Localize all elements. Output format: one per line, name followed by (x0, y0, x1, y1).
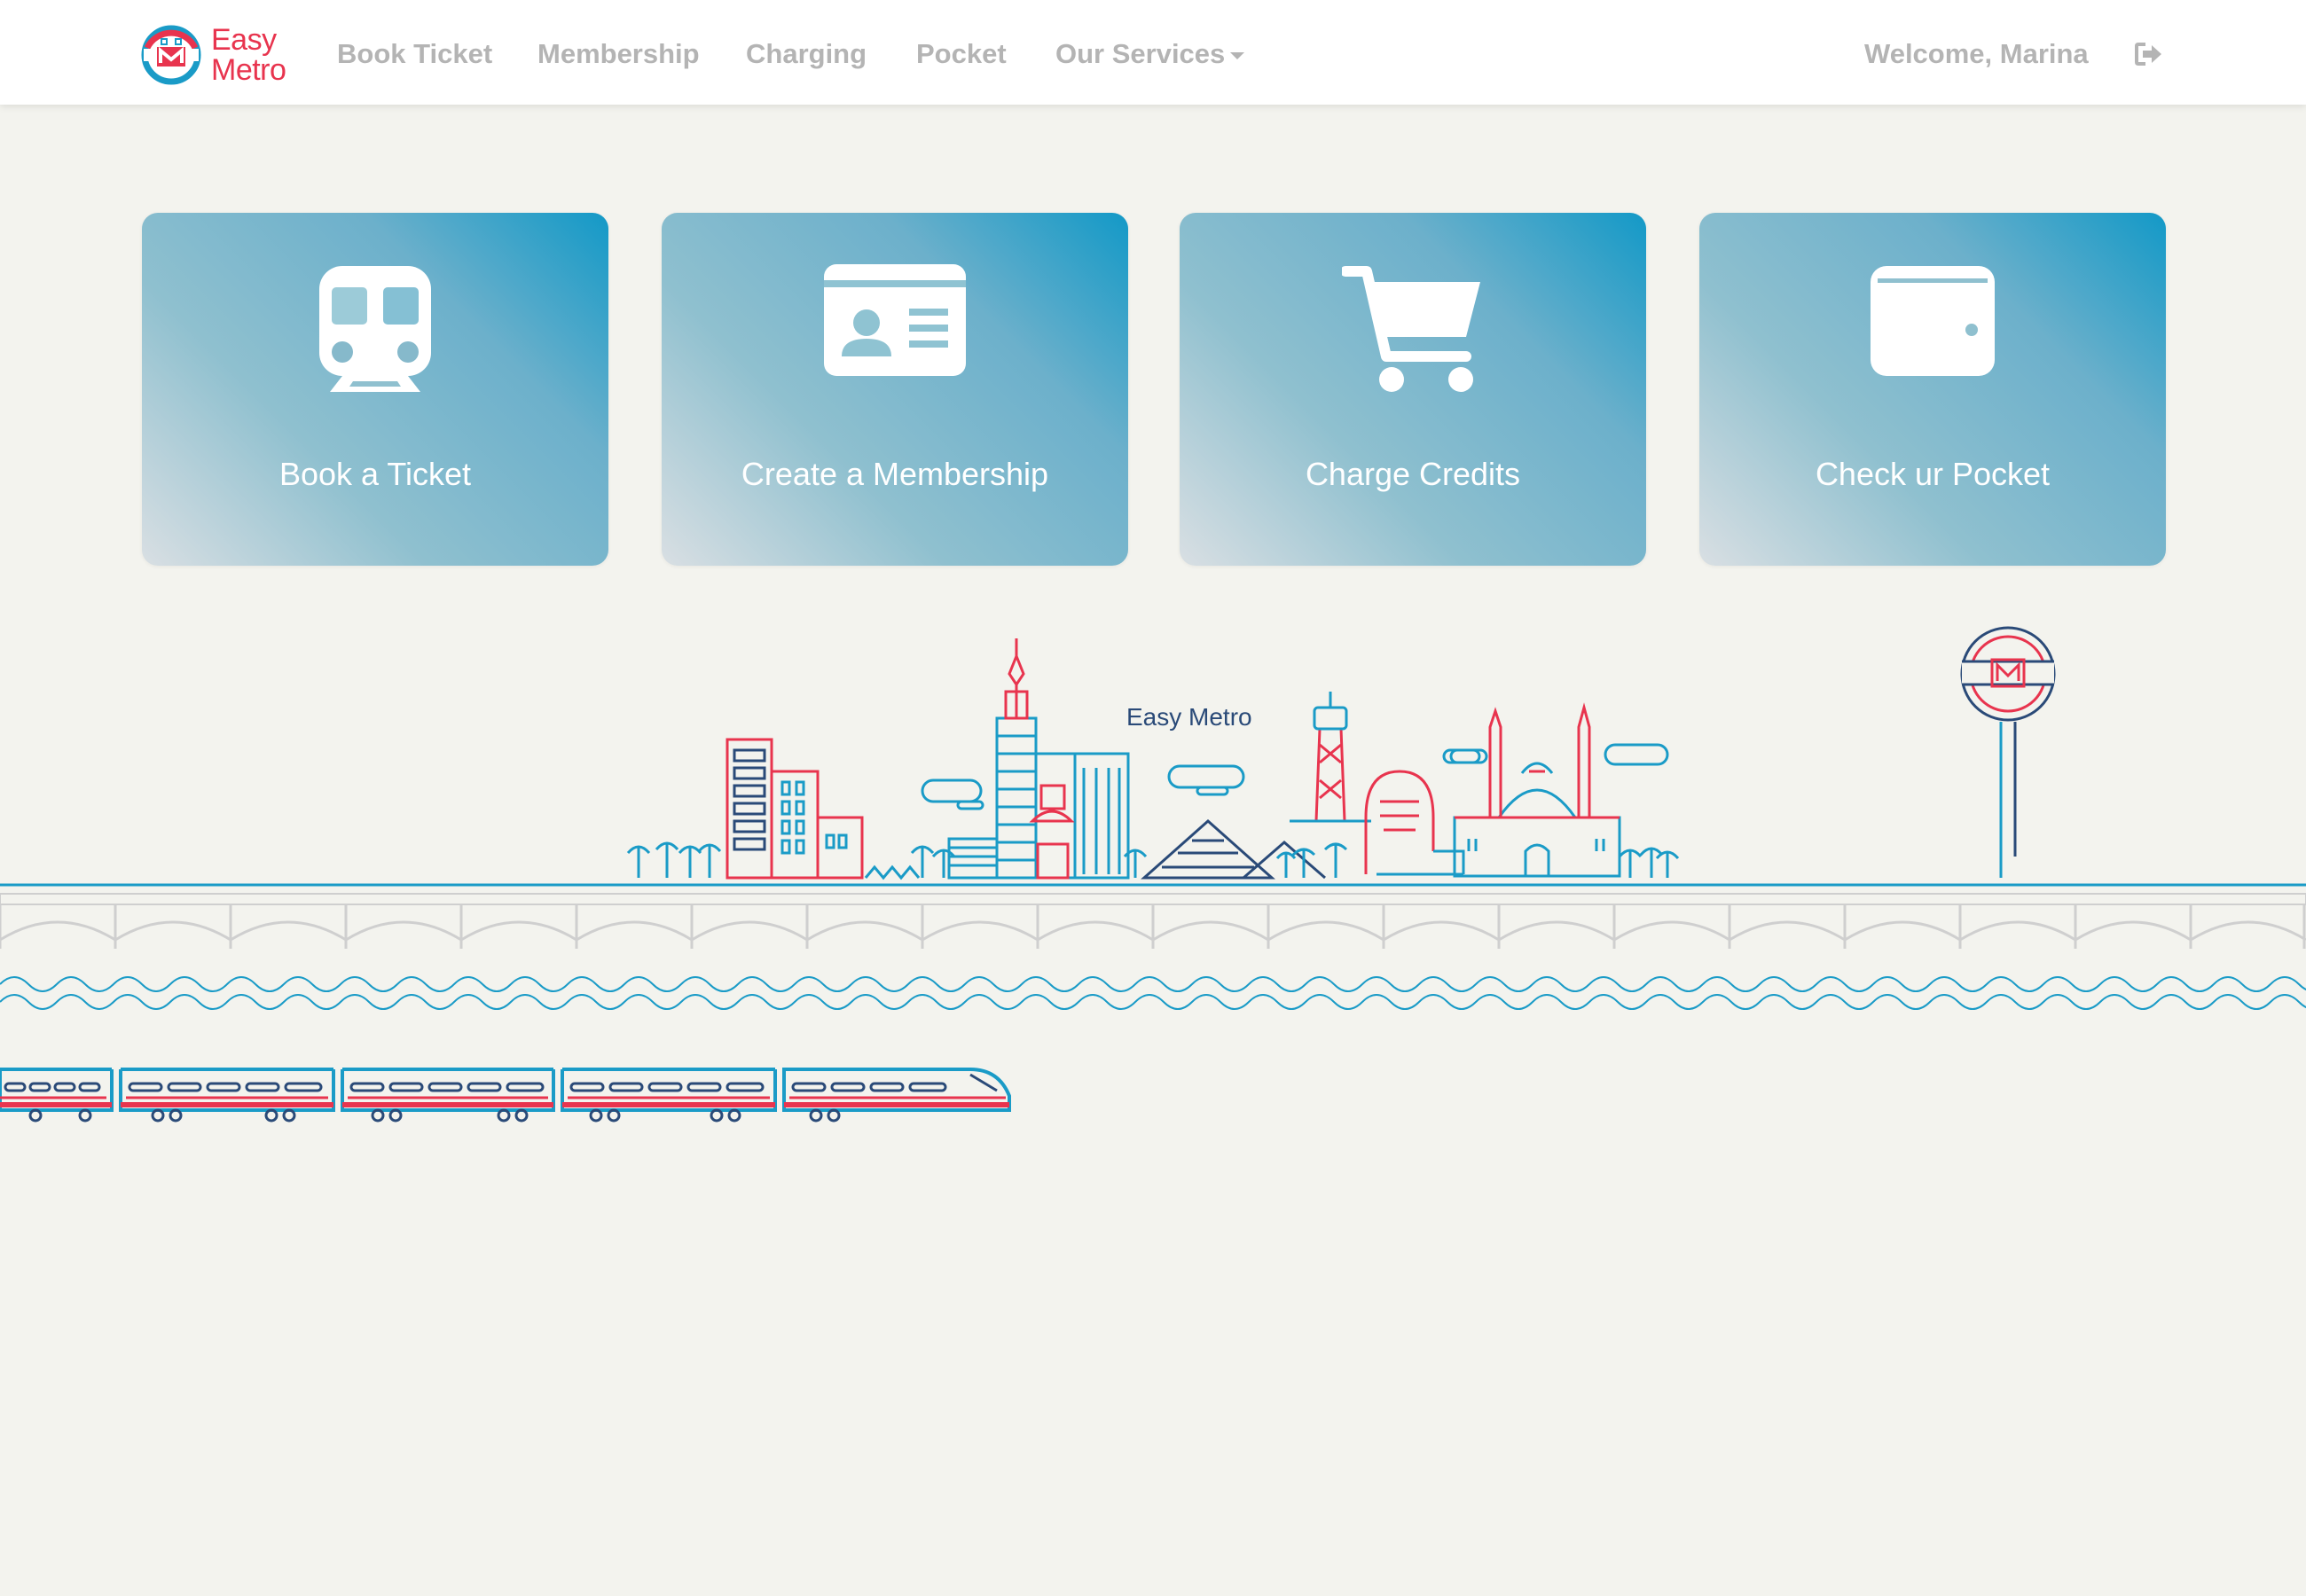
card-book-ticket[interactable]: Book a Ticket (142, 213, 608, 566)
card-create-membership[interactable]: Create a Membership (662, 213, 1128, 566)
shopping-cart-icon (1342, 266, 1480, 392)
brand-name-line2: Metro (211, 53, 286, 87)
sign-out-icon (2135, 43, 2161, 66)
nav-link-pocket[interactable]: Pocket (916, 39, 1007, 69)
illustration-title: Easy Metro (1126, 703, 1252, 731)
logout-button[interactable] (2134, 41, 2164, 67)
cairo-tower-icon (1314, 727, 1346, 823)
nav-link-book-ticket[interactable]: Book Ticket (337, 39, 492, 69)
pyramids-icon (1141, 818, 1326, 880)
bridge-icon (0, 883, 2306, 949)
id-card-icon (824, 264, 966, 376)
nav-link-membership[interactable]: Membership (537, 39, 700, 69)
palm-trees-icon (626, 841, 722, 878)
card-charge-credits[interactable]: Charge Credits (1180, 213, 1646, 566)
brand-home-link[interactable]: Easy Metro (140, 23, 286, 87)
card-label: Check ur Pocket (1815, 456, 2051, 492)
card-check-pocket[interactable]: Check ur Pocket (1699, 213, 2166, 566)
train-icon (319, 266, 431, 392)
sphinx-icon (1364, 770, 1435, 874)
skyline-svg: Easy Metro (0, 626, 2306, 1123)
welcome-user-text: Welcome, Marina (1864, 38, 2089, 69)
nav-dropdown-our-services[interactable]: Our Services (1055, 39, 1244, 69)
mosque-icon (1453, 762, 1621, 878)
metro-logo-icon (141, 25, 201, 85)
nav-link-charging[interactable]: Charging (746, 39, 867, 69)
card-label: Create a Membership (741, 456, 1049, 492)
wallet-icon (1871, 266, 1995, 376)
cairo-skyline-illustration: Easy Metro (0, 612, 2306, 1144)
river-waves-icon (0, 976, 2306, 1010)
card-label: Charge Credits (1305, 456, 1521, 492)
card-label: Book a Ticket (278, 456, 472, 492)
brand-name-line1: Easy (211, 23, 277, 57)
cloud-icon (921, 778, 984, 810)
metro-train-icon (0, 1068, 1011, 1123)
metro-station-sign-icon (1960, 626, 2056, 878)
top-navbar: Easy Metro Book Ticket Membership Chargi… (0, 0, 2306, 105)
